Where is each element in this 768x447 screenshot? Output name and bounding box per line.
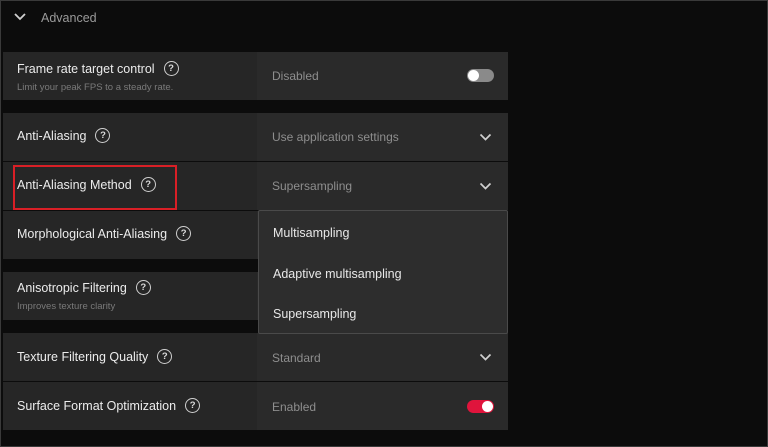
dropdown-option-multisampling[interactable]: Multisampling (273, 226, 349, 240)
texture-quality-value: Standard (272, 351, 321, 365)
anti-aliasing-dropdown[interactable]: Use application settings (257, 113, 508, 161)
texture-quality-dropdown[interactable]: Standard (257, 333, 508, 381)
help-icon[interactable]: ? (163, 61, 179, 77)
surface-format-label-text: Surface Format Optimization (17, 399, 177, 413)
texture-quality-row: Texture Filtering Quality? Standard (3, 333, 508, 381)
anisotropic-label-text: Anisotropic Filtering (17, 281, 127, 295)
texture-quality-label-cell: Texture Filtering Quality? (3, 333, 256, 381)
frame-rate-label-cell: Frame rate target control? Limit your pe… (3, 52, 256, 100)
surface-format-value-cell[interactable]: Enabled (257, 382, 508, 430)
surface-format-label-cell: Surface Format Optimization? (3, 382, 256, 430)
surface-format-row: Surface Format Optimization? Enabled (3, 382, 508, 430)
help-icon[interactable]: ? (157, 349, 173, 365)
surface-format-value: Enabled (272, 400, 317, 414)
help-icon[interactable]: ? (135, 280, 151, 296)
highlight-box (13, 165, 177, 210)
toggle-knob (482, 401, 493, 412)
chevron-down-icon (479, 353, 492, 361)
anti-aliasing-label-text: Anti-Aliasing (17, 129, 87, 143)
section-title: Advanced (41, 11, 97, 25)
anisotropic-sublabel: Improves texture clarity (17, 301, 116, 312)
frame-rate-label: Frame rate target control? (17, 61, 179, 77)
texture-quality-label: Texture Filtering Quality? (17, 349, 173, 365)
anisotropic-label: Anisotropic Filtering? (17, 280, 151, 296)
help-icon[interactable]: ? (185, 398, 201, 414)
toggle-knob (468, 70, 479, 81)
morphological-label-cell: Morphological Anti-Aliasing? (3, 211, 256, 259)
frame-rate-label-text: Frame rate target control (17, 62, 155, 76)
frame-rate-toggle[interactable] (467, 69, 494, 82)
dropdown-option-adaptive-multisampling[interactable]: Adaptive multisampling (273, 267, 402, 281)
advanced-section-header[interactable]: Advanced (1, 1, 768, 35)
frame-rate-value-cell[interactable]: Disabled (257, 52, 508, 100)
frame-rate-value: Disabled (272, 69, 319, 83)
frame-rate-row: Frame rate target control? Limit your pe… (3, 52, 508, 100)
anti-aliasing-row: Anti-Aliasing? Use application settings (3, 113, 508, 161)
aa-method-value: Supersampling (272, 179, 353, 193)
morphological-label: Morphological Anti-Aliasing? (17, 226, 192, 242)
chevron-down-icon (479, 133, 492, 141)
anti-aliasing-label: Anti-Aliasing? (17, 128, 111, 144)
anti-aliasing-label-cell: Anti-Aliasing? (3, 113, 256, 161)
surface-format-label: Surface Format Optimization? (17, 398, 201, 414)
aa-method-dropdown-menu: Multisampling Adaptive multisampling Sup… (258, 210, 508, 334)
dropdown-option-supersampling[interactable]: Supersampling (273, 307, 356, 321)
texture-quality-label-text: Texture Filtering Quality (17, 350, 149, 364)
morphological-label-text: Morphological Anti-Aliasing (17, 227, 168, 241)
help-icon[interactable]: ? (95, 128, 111, 144)
frame-rate-sublabel: Limit your peak FPS to a steady rate. (17, 82, 174, 93)
chevron-down-icon (479, 182, 492, 190)
surface-format-toggle[interactable] (467, 400, 494, 413)
help-icon[interactable]: ? (176, 226, 192, 242)
anti-aliasing-value: Use application settings (272, 130, 399, 144)
anisotropic-label-cell: Anisotropic Filtering? Improves texture … (3, 272, 256, 320)
aa-method-dropdown[interactable]: Supersampling (257, 162, 508, 210)
chevron-down-icon (14, 13, 26, 21)
